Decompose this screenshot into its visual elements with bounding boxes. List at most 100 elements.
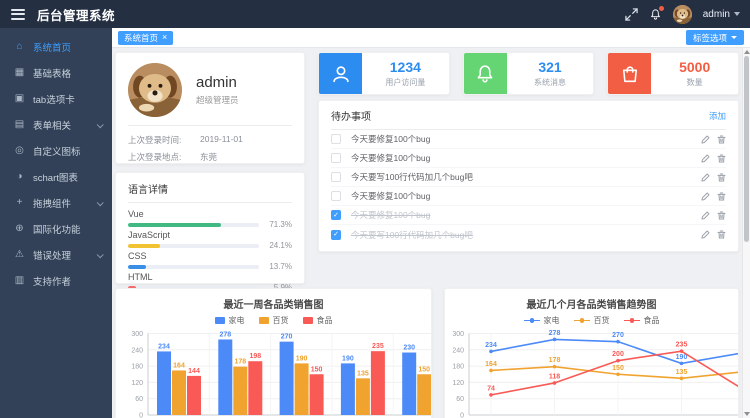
- bar-百货: [417, 374, 431, 415]
- tags-options-button[interactable]: 标签选项: [686, 30, 744, 45]
- sidebar-item-5[interactable]: ◑ schart图表: [0, 164, 112, 190]
- tab-system-home[interactable]: 系统首页 ×: [118, 31, 173, 45]
- y-tick-label: 300: [452, 331, 464, 338]
- home-icon: ⌂: [13, 42, 26, 52]
- y-tick-label: 240: [452, 347, 464, 354]
- sidebar-item-3[interactable]: ▤ 表单相关: [0, 112, 112, 138]
- delete-icon[interactable]: [717, 173, 726, 182]
- custom-icon: ◎: [13, 146, 26, 156]
- y-tick-label: 0: [139, 413, 143, 418]
- edit-icon[interactable]: [701, 211, 710, 220]
- point-value-label: 150: [612, 365, 624, 372]
- point-value-label: 118: [549, 373, 560, 380]
- sidebar-item-7[interactable]: ⊕ 国际化功能: [0, 216, 112, 242]
- bar-chart-title: 最近一周各品类销售图: [116, 296, 431, 311]
- todo-checkbox[interactable]: [331, 172, 341, 182]
- sidebar-item-0[interactable]: ⌂ 系统首页: [0, 34, 112, 60]
- bar-百货: [233, 367, 247, 415]
- point-百货: [553, 365, 557, 369]
- warning-icon: ⚠: [13, 250, 26, 260]
- sidebar-item-4[interactable]: ◎ 自定义图标: [0, 138, 112, 164]
- left-column: admin 超级管理员 上次登录时间: 2019-11-01 上次登录地点: 东…: [115, 52, 305, 284]
- bar-value-label: 198: [249, 353, 261, 360]
- bar-value-label: 135: [357, 370, 369, 377]
- edit-icon[interactable]: [701, 192, 710, 201]
- user-avatar[interactable]: [673, 5, 692, 24]
- bar-value-label: 178: [234, 359, 246, 366]
- chevron-down-icon: [97, 121, 104, 128]
- y-tick-label: 0: [460, 413, 464, 418]
- line-chart-svg: 0601201802403002342782701902301641781501…: [445, 330, 739, 418]
- bar-value-label: 190: [342, 355, 354, 362]
- bar-value-label: 164: [173, 362, 185, 369]
- user-icon: [319, 53, 362, 94]
- stat-card-1: 321 系统消息: [463, 52, 595, 95]
- progress-fill: [128, 223, 221, 227]
- stat-card-0: 1234 用户访问量: [318, 52, 450, 95]
- notification-badge-dot: [659, 6, 664, 11]
- bar-value-label: 278: [219, 331, 231, 338]
- legend-line-marker: [574, 317, 590, 325]
- point-value-label: 178: [549, 357, 561, 364]
- progress-percent: 71.3%: [265, 220, 292, 229]
- language-card-title: 语言详情: [128, 181, 292, 203]
- edit-icon[interactable]: [701, 173, 710, 182]
- y-tick-label: 240: [131, 347, 143, 354]
- edit-icon[interactable]: [701, 135, 710, 144]
- todo-checkbox[interactable]: ✓: [331, 210, 341, 220]
- point-百货: [680, 377, 684, 381]
- y-tick-label: 120: [131, 380, 143, 387]
- stats-row: 1234 用户访问量 321 系统消息 5000 数量: [318, 52, 739, 95]
- todo-checkbox[interactable]: [331, 153, 341, 163]
- tags-bar: 系统首页 × 标签选项: [112, 28, 750, 48]
- fullscreen-icon[interactable]: [625, 8, 638, 21]
- tab-close-icon[interactable]: ×: [162, 33, 167, 42]
- todo-item: 今天要写100行代码加几个bug吧: [331, 168, 726, 187]
- scrollbar-thumb[interactable]: [744, 56, 749, 242]
- delete-icon[interactable]: [717, 192, 726, 201]
- i18n-icon: ⊕: [13, 224, 26, 234]
- point-value-label: 164: [485, 361, 497, 368]
- line-chart-legend: 家电 百货 食品: [445, 315, 738, 326]
- todo-title: 待办事项: [331, 108, 371, 123]
- vertical-scrollbar[interactable]: [742, 48, 750, 418]
- bell-icon: [464, 53, 507, 94]
- delete-icon[interactable]: [717, 211, 726, 220]
- sidebar-item-2[interactable]: ▣ tab选项卡: [0, 86, 112, 112]
- chevron-down-icon: [731, 36, 737, 39]
- chevron-down-icon: [97, 199, 104, 206]
- bar-value-label: 150: [311, 366, 323, 373]
- delete-icon[interactable]: [717, 135, 726, 144]
- scroll-down-arrow[interactable]: [744, 412, 750, 416]
- delete-icon[interactable]: [717, 154, 726, 163]
- sidebar-item-1[interactable]: ▦ 基础表格: [0, 60, 112, 86]
- bar-百货: [172, 370, 186, 415]
- menu-toggle-icon[interactable]: [11, 9, 25, 20]
- bar-家电: [402, 353, 416, 415]
- todo-checkbox[interactable]: [331, 134, 341, 144]
- user-menu[interactable]: admin: [703, 9, 740, 20]
- profile-name: admin: [196, 74, 239, 91]
- todo-checkbox[interactable]: [331, 191, 341, 201]
- last-login-time-row: 上次登录时间: 2019-11-01: [128, 134, 292, 146]
- scroll-up-arrow[interactable]: [744, 50, 750, 54]
- legend-swatch: [259, 317, 269, 324]
- sidebar-item-9[interactable]: ▥ 支持作者: [0, 268, 112, 294]
- delete-icon[interactable]: [717, 230, 726, 239]
- sidebar-item-8[interactable]: ⚠ 错误处理: [0, 242, 112, 268]
- language-row: JavaScript 24.1%: [128, 229, 292, 250]
- notifications-bell-icon[interactable]: [649, 8, 662, 21]
- todo-add-link[interactable]: 添加: [709, 110, 726, 122]
- edit-icon[interactable]: [701, 154, 710, 163]
- progress-fill: [128, 244, 160, 248]
- sidebar-item-6[interactable]: + 拖拽组件: [0, 190, 112, 216]
- profile-avatar: [128, 63, 182, 117]
- top-header: 后台管理系统 admin: [0, 0, 750, 28]
- language-detail-card: 语言详情 Vue 71.3% JavaScript 24.1% CSS 13.7…: [115, 172, 305, 284]
- todo-item: 今天要修复100个bug: [331, 130, 726, 149]
- point-家电: [680, 362, 684, 366]
- app-title: 后台管理系统: [37, 5, 115, 24]
- edit-icon[interactable]: [701, 230, 710, 239]
- legend-item: 食品: [624, 315, 660, 326]
- todo-checkbox[interactable]: ✓: [331, 230, 341, 240]
